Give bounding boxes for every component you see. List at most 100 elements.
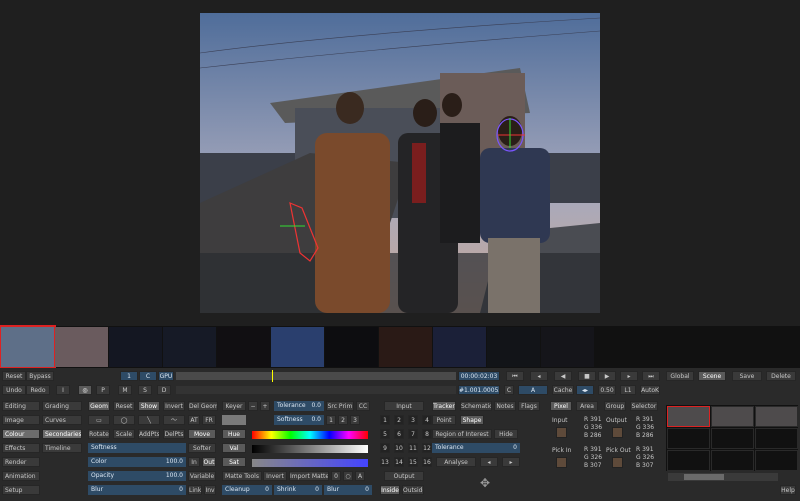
matte-a-button[interactable]: A: [355, 471, 365, 481]
zero-button[interactable]: 0: [331, 471, 341, 481]
global-button[interactable]: Global: [666, 371, 694, 381]
hue-button[interactable]: Hue: [222, 429, 246, 439]
keypad-5[interactable]: 5: [380, 429, 390, 439]
one-button[interactable]: 1: [120, 371, 138, 381]
gpu-button[interactable]: GPU: [158, 371, 174, 381]
track-bar[interactable]: [176, 386, 456, 394]
undo-button[interactable]: Undo: [2, 385, 26, 395]
s-button[interactable]: S: [138, 385, 152, 395]
plus-icon[interactable]: +: [260, 401, 270, 411]
del-pts-button[interactable]: DelPts: [163, 429, 185, 439]
clip-thumb[interactable]: [0, 325, 56, 369]
outside-button[interactable]: Outside: [402, 485, 424, 495]
timeline-scrubber[interactable]: [176, 372, 456, 380]
invert-button[interactable]: Invert: [163, 401, 185, 411]
menu-secondaries[interactable]: Secondaries: [42, 429, 82, 439]
value-bar[interactable]: [252, 445, 368, 453]
region-of-interest-button[interactable]: Region of Interest: [432, 429, 492, 439]
speed-value[interactable]: 0.50: [598, 385, 616, 395]
cc-button[interactable]: CC: [356, 401, 370, 411]
scene-slot[interactable]: [667, 428, 710, 449]
first-frame-icon[interactable]: ⏮: [506, 371, 524, 381]
del-geom-button[interactable]: Del Geom: [188, 401, 218, 411]
clip-thumb[interactable]: [163, 327, 216, 367]
delete-button[interactable]: Delete: [766, 371, 796, 381]
color-field[interactable]: Color 100.0: [88, 457, 186, 467]
softness2-field[interactable]: Softness 0.0: [274, 415, 324, 425]
keypad-10[interactable]: 10: [394, 443, 404, 453]
prev-icon[interactable]: ◂: [530, 371, 548, 381]
save-button[interactable]: Save: [732, 371, 762, 381]
keypad-15[interactable]: 15: [408, 457, 418, 467]
scene-button[interactable]: Scene: [698, 371, 726, 381]
scene-slot[interactable]: [755, 428, 798, 449]
point-button[interactable]: Point: [432, 415, 456, 425]
scene-thumb[interactable]: [711, 406, 754, 427]
help-button[interactable]: Help: [780, 485, 796, 495]
schematic-tab[interactable]: Schematic: [460, 401, 492, 411]
src-prim-button[interactable]: Src Prim: [326, 401, 354, 411]
menu-editing[interactable]: Editing: [2, 401, 40, 411]
m-button[interactable]: M: [118, 385, 132, 395]
video-frame[interactable]: [200, 13, 600, 313]
sat-button[interactable]: Sat: [222, 457, 246, 467]
p-button[interactable]: P: [96, 385, 110, 395]
area-tab[interactable]: Area: [576, 401, 598, 411]
inv-button[interactable]: Inv: [204, 485, 216, 495]
playhead[interactable]: [272, 370, 273, 382]
globe-icon[interactable]: ◎: [78, 385, 92, 395]
reset-button[interactable]: Reset: [2, 371, 26, 381]
geom-reset-button[interactable]: Reset: [113, 401, 135, 411]
key-2-button[interactable]: 2: [338, 415, 348, 425]
keypad-6[interactable]: 6: [394, 429, 404, 439]
hide-button[interactable]: Hide: [494, 429, 518, 439]
matte-invert-button[interactable]: Invert: [263, 471, 287, 481]
keypad-12[interactable]: 12: [422, 443, 432, 453]
in-button[interactable]: In: [188, 457, 200, 467]
clip-strip[interactable]: [0, 325, 800, 369]
scene-slot[interactable]: [667, 450, 710, 471]
move-button[interactable]: Move: [188, 429, 216, 439]
menu-render[interactable]: Render: [2, 457, 40, 467]
tracker-tab[interactable]: Tracker: [432, 401, 456, 411]
scene-slot[interactable]: [755, 450, 798, 471]
clip-thumb[interactable]: [217, 327, 270, 367]
scene-slot[interactable]: [711, 450, 754, 471]
keypad-4[interactable]: 4: [422, 415, 432, 425]
hue-bar[interactable]: [252, 431, 368, 439]
keyer-button[interactable]: Keyer: [222, 401, 246, 411]
timecode-display[interactable]: 00:00:02:03: [458, 371, 500, 381]
menu-setup[interactable]: Setup: [2, 485, 40, 495]
output-button[interactable]: Output: [384, 471, 424, 481]
dot-icon[interactable]: ○: [343, 471, 353, 481]
keypad-14[interactable]: 14: [394, 457, 404, 467]
fr-button[interactable]: FR: [202, 415, 216, 425]
menu-grading[interactable]: Grading: [42, 401, 82, 411]
scene-thumb[interactable]: [667, 406, 710, 427]
menu-effects[interactable]: Effects: [2, 443, 40, 453]
scene-grid[interactable]: [666, 405, 798, 471]
variable-button[interactable]: Variable: [188, 471, 216, 481]
scale-button[interactable]: Scale: [113, 429, 135, 439]
clip-thumb[interactable]: [487, 327, 540, 367]
menu-timeline[interactable]: Timeline: [42, 443, 82, 453]
analyse-button[interactable]: Analyse: [436, 457, 476, 467]
a-button[interactable]: A: [518, 385, 548, 395]
keypad-7[interactable]: 7: [408, 429, 418, 439]
link-button[interactable]: Link: [188, 485, 202, 495]
inside-button[interactable]: Inside: [380, 485, 400, 495]
blur2-field[interactable]: Blur 0: [324, 485, 372, 495]
keypad-3[interactable]: 3: [408, 415, 418, 425]
keypad-16[interactable]: 16: [422, 457, 432, 467]
rect-shape-icon[interactable]: ▭: [88, 415, 110, 425]
ellipse-shape-icon[interactable]: ◯: [113, 415, 135, 425]
d-button[interactable]: D: [157, 385, 171, 395]
softness-field[interactable]: Softness: [88, 443, 186, 453]
cache-button[interactable]: Cache: [552, 385, 574, 395]
line-shape-icon[interactable]: ╲: [138, 415, 160, 425]
cleanup-field[interactable]: Cleanup 0: [222, 485, 272, 495]
menu-curves[interactable]: Curves: [42, 415, 82, 425]
menu-image[interactable]: Image: [2, 415, 40, 425]
val-button[interactable]: Val: [222, 443, 246, 453]
loop-icon[interactable]: ◂▸: [576, 385, 594, 395]
